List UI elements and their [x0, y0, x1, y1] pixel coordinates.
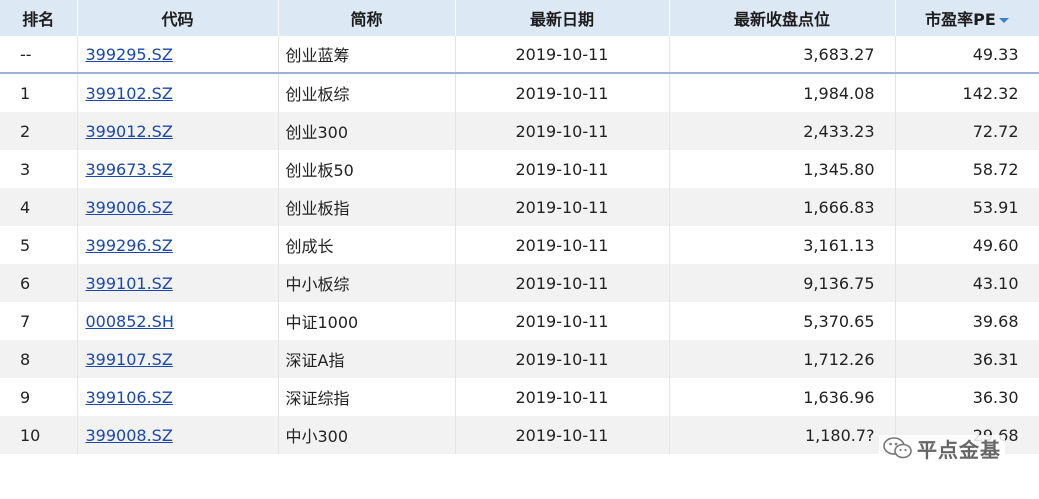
pe-cell: 43.10	[895, 264, 1039, 302]
table-row[interactable]: 5 399296.SZ 创成长 2019-10-11 3,161.13 49.60	[0, 226, 1039, 264]
name-cell: 深证A指	[278, 340, 456, 378]
close-cell: 3,161.13	[669, 226, 896, 264]
date-cell: 2019-10-11	[455, 378, 670, 416]
name-cell: 中小板综	[278, 264, 456, 302]
date-cell: 2019-10-11	[455, 150, 670, 188]
date-cell: 2019-10-11	[455, 340, 670, 378]
header-latest-close[interactable]: 最新收盘点位	[669, 0, 896, 36]
date-cell: 2019-10-11	[455, 188, 670, 226]
header-name[interactable]: 简称	[278, 0, 456, 36]
table-row[interactable]: 1 399102.SZ 创业板综 2019-10-11 1,984.08 142.32	[0, 73, 1039, 112]
sort-desc-icon[interactable]	[998, 18, 1009, 23]
rank-cell: 4	[0, 188, 78, 226]
name-cell: 创成长	[278, 226, 456, 264]
date-cell: 2019-10-11	[455, 226, 670, 264]
name-cell: 创业蓝筹	[278, 36, 456, 74]
header-latest-date[interactable]: 最新日期	[455, 0, 670, 36]
close-cell: 3,683.27	[669, 36, 896, 74]
code-link[interactable]: 399673.SZ	[77, 150, 279, 188]
close-cell: 9,136.75	[669, 264, 896, 302]
code-link[interactable]: 399296.SZ	[77, 226, 279, 264]
index-pe-table: 排名 代码 简称 最新日期 最新收盘点位 市盈率PE -- 399295.SZ 创业…	[0, 0, 1039, 454]
rank-cell: 7	[0, 302, 78, 340]
pe-cell: 36.31	[895, 340, 1039, 378]
code-link[interactable]: 399101.SZ	[77, 264, 279, 302]
code-link[interactable]: 399006.SZ	[77, 188, 279, 226]
code-link[interactable]: 000852.SH	[77, 302, 279, 340]
table-header-row: 排名 代码 简称 最新日期 最新收盘点位 市盈率PE	[0, 0, 1039, 36]
header-code[interactable]: 代码	[77, 0, 279, 36]
name-cell: 深证综指	[278, 378, 456, 416]
date-cell: 2019-10-11	[455, 416, 670, 454]
close-cell: 5,370.65	[669, 302, 896, 340]
close-cell: 1,180.7?	[669, 416, 896, 454]
table-row[interactable]: 8 399107.SZ 深证A指 2019-10-11 1,712.26 36.31	[0, 340, 1039, 378]
rank-cell: 8	[0, 340, 78, 378]
code-link[interactable]: 399102.SZ	[77, 73, 279, 112]
pe-cell: 53.91	[895, 188, 1039, 226]
watermark: 平点金基	[879, 435, 1005, 462]
name-cell: 创业板指	[278, 188, 456, 226]
name-cell: 创业板综	[278, 73, 456, 112]
name-cell: 创业板50	[278, 150, 456, 188]
rank-cell: 9	[0, 378, 78, 416]
code-link[interactable]: 399012.SZ	[77, 112, 279, 150]
table-row[interactable]: 9 399106.SZ 深证综指 2019-10-11 1,636.96 36.30	[0, 378, 1039, 416]
close-cell: 1,712.26	[669, 340, 896, 378]
rank-cell: 3	[0, 150, 78, 188]
pe-cell: 58.72	[895, 150, 1039, 188]
date-cell: 2019-10-11	[455, 36, 670, 74]
table-row[interactable]: 7 000852.SH 中证1000 2019-10-11 5,370.65 39.68	[0, 302, 1039, 340]
header-pe[interactable]: 市盈率PE	[895, 0, 1039, 36]
close-cell: 1,345.80	[669, 150, 896, 188]
date-cell: 2019-10-11	[455, 112, 670, 150]
table-row[interactable]: 2 399012.SZ 创业300 2019-10-11 2,433.23 72.72	[0, 112, 1039, 150]
rank-cell: --	[0, 36, 78, 74]
rank-cell: 2	[0, 112, 78, 150]
rank-cell: 1	[0, 73, 78, 112]
table-row[interactable]: -- 399295.SZ 创业蓝筹 2019-10-11 3,683.27 49.33	[0, 36, 1039, 74]
name-cell: 中证1000	[278, 302, 456, 340]
close-cell: 1,666.83	[669, 188, 896, 226]
pe-cell: 142.32	[895, 73, 1039, 112]
date-cell: 2019-10-11	[455, 264, 670, 302]
name-cell: 创业300	[278, 112, 456, 150]
pe-cell: 49.60	[895, 226, 1039, 264]
code-link[interactable]: 399295.SZ	[77, 36, 279, 74]
header-rank[interactable]: 排名	[0, 0, 78, 36]
watermark-text: 平点金基	[917, 437, 1001, 462]
code-link[interactable]: 399106.SZ	[77, 378, 279, 416]
close-cell: 1,636.96	[669, 378, 896, 416]
code-link[interactable]: 399107.SZ	[77, 340, 279, 378]
pe-cell: 72.72	[895, 112, 1039, 150]
table-row[interactable]: 4 399006.SZ 创业板指 2019-10-11 1,666.83 53.91	[0, 188, 1039, 226]
pe-cell: 39.68	[895, 302, 1039, 340]
rank-cell: 10	[0, 416, 78, 454]
pe-cell: 49.33	[895, 36, 1039, 74]
close-cell: 1,984.08	[669, 73, 896, 112]
table-row[interactable]: 6 399101.SZ 中小板综 2019-10-11 9,136.75 43.10	[0, 264, 1039, 302]
name-cell: 中小300	[278, 416, 456, 454]
date-cell: 2019-10-11	[455, 73, 670, 112]
code-link[interactable]: 399008.SZ	[77, 416, 279, 454]
pe-cell: 36.30	[895, 378, 1039, 416]
table-row[interactable]: 3 399673.SZ 创业板50 2019-10-11 1,345.80 58.72	[0, 150, 1039, 188]
close-cell: 2,433.23	[669, 112, 896, 150]
date-cell: 2019-10-11	[455, 302, 670, 340]
wechat-icon	[883, 437, 912, 459]
rank-cell: 6	[0, 264, 78, 302]
rank-cell: 5	[0, 226, 78, 264]
